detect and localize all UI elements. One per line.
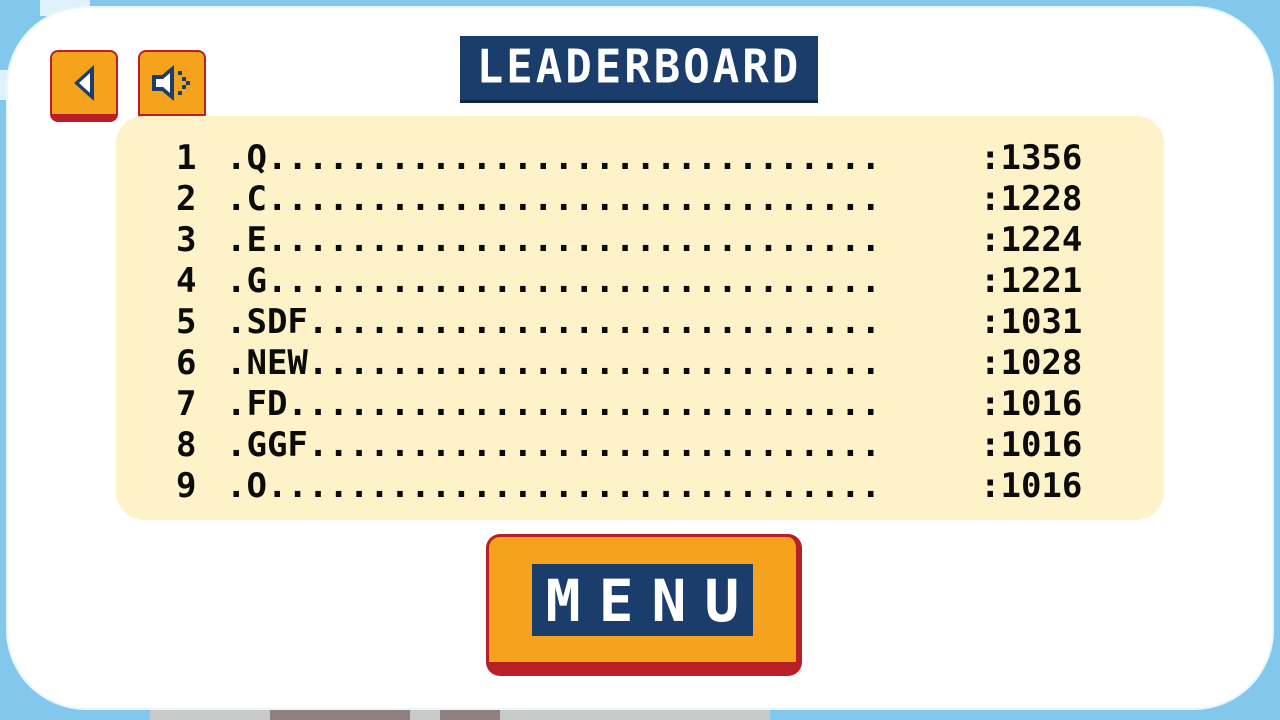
list-item: 4 .G.............................. :1221 <box>116 261 1164 301</box>
rank-number: 4 <box>176 261 197 301</box>
rank-number: 1 <box>176 138 197 178</box>
speaker-icon <box>150 63 194 103</box>
rank-number: 6 <box>176 343 197 383</box>
player-score: :1356 <box>980 138 1083 178</box>
list-item: 2 .C.............................. :1228 <box>116 179 1164 219</box>
ground-block <box>440 710 500 720</box>
list-item: 8 .GGF............................ :1016 <box>116 425 1164 465</box>
list-item: 9 .O.............................. :1016 <box>116 466 1164 506</box>
title-banner: LEADERBOARD <box>460 36 818 100</box>
player-name: .C.............................. <box>226 179 882 219</box>
player-name: .NEW............................ <box>226 343 882 383</box>
list-item: 3 .E.............................. :1224 <box>116 220 1164 260</box>
player-score: :1031 <box>980 302 1083 342</box>
player-score: :1016 <box>980 466 1083 506</box>
player-name: .O.............................. <box>226 466 882 506</box>
rank-number: 5 <box>176 302 197 342</box>
menu-label-plate: MENU <box>531 563 754 636</box>
left-triangle-icon <box>70 63 98 103</box>
player-name: .SDF............................ <box>226 302 882 342</box>
player-name: .Q.............................. <box>226 138 882 178</box>
player-score: :1028 <box>980 343 1083 383</box>
player-name: .GGF............................ <box>226 425 882 465</box>
menu-button-label: MENU <box>545 566 758 635</box>
sound-button[interactable] <box>138 50 206 122</box>
ground-block <box>270 710 410 720</box>
player-score: :1228 <box>980 179 1083 219</box>
page-title: LEADERBOARD <box>476 40 802 95</box>
list-item: 6 .NEW............................ :1028 <box>116 343 1164 383</box>
game-screen: LEADERBOARD 1 .Q........................… <box>0 0 1280 720</box>
menu-button[interactable]: MENU <box>486 534 802 676</box>
list-item: 5 .SDF............................ :1031 <box>116 302 1164 342</box>
back-button[interactable] <box>50 50 118 122</box>
rank-number: 2 <box>176 179 197 219</box>
player-name: .FD............................. <box>226 384 882 424</box>
score-list: 1 .Q.............................. :1356… <box>116 116 1164 520</box>
rank-number: 7 <box>176 384 197 424</box>
rank-number: 3 <box>176 220 197 260</box>
player-name: .G.............................. <box>226 261 882 301</box>
list-item: 1 .Q.............................. :1356 <box>116 138 1164 178</box>
player-score: :1016 <box>980 384 1083 424</box>
player-name: .E.............................. <box>226 220 882 260</box>
rank-number: 9 <box>176 466 197 506</box>
player-score: :1221 <box>980 261 1083 301</box>
rank-number: 8 <box>176 425 197 465</box>
player-score: :1016 <box>980 425 1083 465</box>
player-score: :1224 <box>980 220 1083 260</box>
list-item: 7 .FD............................. :1016 <box>116 384 1164 424</box>
